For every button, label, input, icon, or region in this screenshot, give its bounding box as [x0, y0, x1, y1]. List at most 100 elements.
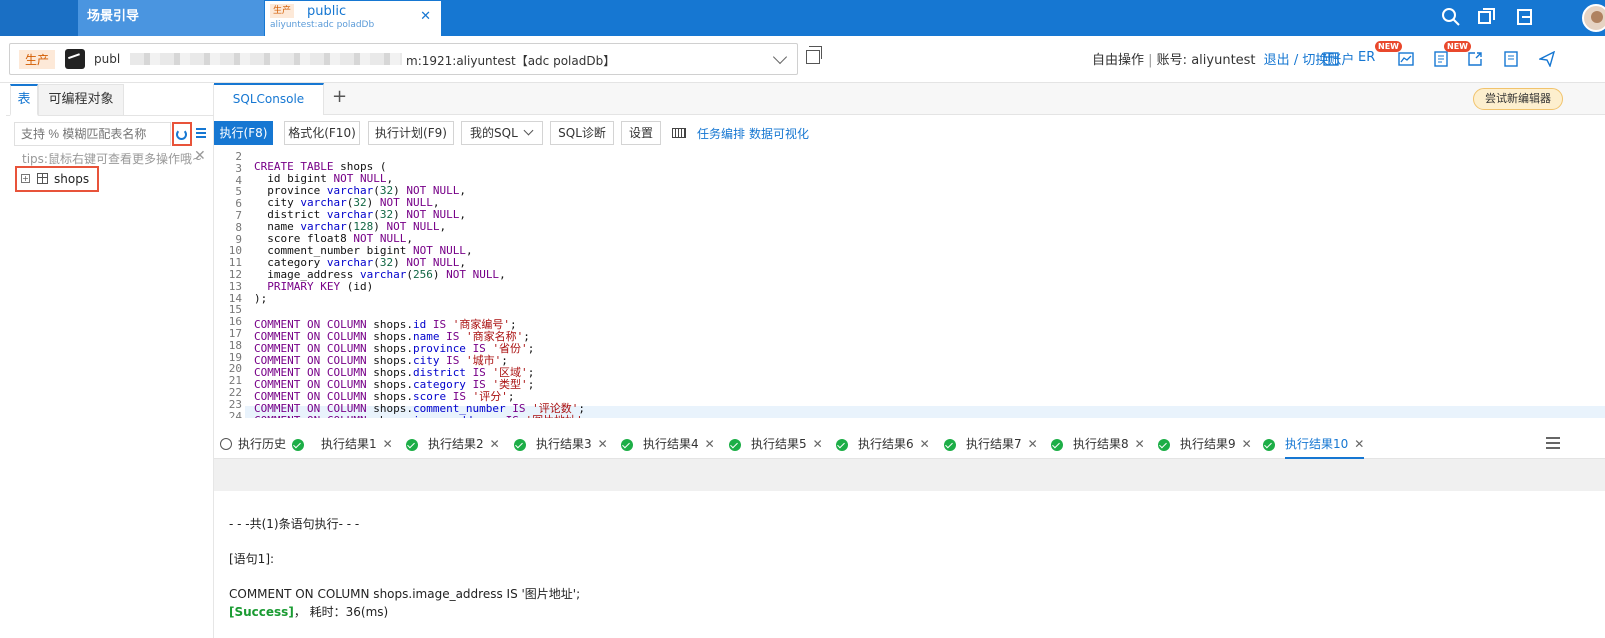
send-icon[interactable] [1539, 51, 1555, 67]
line-number: 24 [228, 409, 242, 418]
summary-line: - - -共(1)条语句执行- - - [229, 517, 360, 531]
top-bar: 场景引导 生产 public aliyuntest:adc poladDb ✕ [0, 0, 1605, 36]
avatar[interactable] [1582, 4, 1605, 32]
account-name: aliyuntest [1191, 53, 1256, 68]
left-tabs: 表 可编程对象 [6, 84, 214, 116]
account-info: 自由操作 | 账号: aliyuntest 退出 / 切换账户 [1092, 53, 1355, 68]
chart-icon[interactable] [1398, 51, 1414, 67]
success-label: [Success] [229, 605, 294, 619]
code-line: PRIMARY KEY (id) [267, 280, 374, 293]
sql-editor[interactable]: 2 3 4 5 6 7 8 9 10 11 12 13 14 15 16 17 18 19 20 21 22 23 24 C… [214, 150, 1605, 418]
refresh-icon[interactable] [172, 122, 192, 146]
tab-label: 执行结果5 [751, 437, 807, 451]
tab-subtitle: aliyuntest:adc poladDb [270, 20, 375, 30]
result-output: - - -共(1)条语句执行- - - [语句1]: COMMENT ON CO… [229, 495, 1599, 635]
close-icon[interactable]: ✕ [1242, 437, 1252, 451]
success-icon [1263, 439, 1275, 451]
tab-history[interactable]: 执行历史 [238, 435, 286, 459]
sql-diagnosis-button[interactable]: SQL诊断 [550, 121, 614, 145]
close-icon[interactable]: ✕ [813, 437, 823, 451]
data-visualization-link[interactable]: 数据可视化 [749, 125, 809, 142]
table-search-input[interactable] [14, 122, 171, 146]
logout-link[interactable]: 退出 [1264, 53, 1290, 68]
er-diagram-button[interactable]: ER [1358, 50, 1375, 66]
tab-result-4[interactable]: 执行结果4 ✕ [643, 435, 715, 459]
tab-title: public [307, 4, 347, 19]
success-icon [729, 439, 741, 451]
expand-icon[interactable]: + [21, 174, 30, 183]
tab-result-10[interactable]: 执行结果10 ✕ [1285, 435, 1365, 459]
close-icon[interactable]: ✕ [194, 148, 206, 164]
try-new-editor-button[interactable]: 尝试新编辑器 [1473, 88, 1563, 110]
tab-result-7[interactable]: 执行结果7 ✕ [966, 435, 1038, 459]
close-icon[interactable]: ✕ [1028, 437, 1038, 451]
tab-result-3[interactable]: 执行结果3 ✕ [536, 435, 608, 459]
close-icon[interactable]: ✕ [920, 437, 930, 451]
table-tree-item[interactable]: + shops [15, 166, 99, 192]
tab-result-9[interactable]: 执行结果9 ✕ [1180, 435, 1252, 459]
window-icon[interactable] [1476, 6, 1498, 28]
close-icon[interactable]: ✕ [705, 437, 715, 451]
exit-icon[interactable] [1514, 6, 1536, 28]
close-icon[interactable]: ✕ [383, 437, 393, 451]
success-icon [944, 439, 956, 451]
table-icon [37, 173, 48, 184]
tab-scene-guide[interactable]: 场景引导 [78, 0, 264, 36]
tab-label: 执行结果8 [1073, 437, 1129, 451]
explain-button[interactable]: 执行计划(F9) [368, 121, 454, 145]
account-label: 账号: [1156, 53, 1188, 68]
chevron-down-icon [523, 125, 534, 136]
tab-label: 执行结果1 [321, 437, 377, 451]
my-sql-label: 我的SQL [470, 126, 518, 140]
close-icon[interactable]: ✕ [598, 437, 608, 451]
object-panel: 表 可编程对象 tips:鼠标右键可查看更多操作哦~ ✕ + shops [0, 84, 214, 638]
document-icon[interactable] [1433, 51, 1449, 67]
result-tabs: 执行历史 执行结果1 ✕ 执行结果2 ✕ 执行结果3 ✕ 执行结果4 ✕ 执行结果5 ✕ 执行结果6… [214, 431, 1605, 459]
tab-sqlconsole[interactable]: SQLConsole [214, 83, 324, 115]
menu-icon[interactable] [1546, 437, 1560, 449]
format-button[interactable]: 格式化(F10) [284, 121, 360, 145]
success-icon [292, 439, 304, 451]
close-icon[interactable]: ✕ [1354, 437, 1364, 451]
success-icon [406, 439, 418, 451]
add-tab-icon[interactable]: + [332, 86, 347, 107]
tab-programmable-objects[interactable]: 可编程对象 [38, 84, 124, 116]
tab-result-6[interactable]: 执行结果6 ✕ [858, 435, 930, 459]
success-icon [514, 439, 526, 451]
my-sql-dropdown[interactable]: 我的SQL [461, 121, 543, 145]
close-icon[interactable]: ✕ [420, 9, 431, 24]
tab-result-1[interactable]: 执行结果1 ✕ [321, 435, 393, 459]
tab-label: 执行结果2 [428, 437, 484, 451]
elapsed-time: ， 耗时：36(ms) [293, 605, 389, 619]
tab-result-5[interactable]: 执行结果5 ✕ [751, 435, 823, 459]
tab-tables[interactable]: 表 [10, 84, 38, 116]
list-icon[interactable] [196, 128, 206, 138]
tab-label: 执行结果6 [858, 437, 914, 451]
connection-select[interactable]: 生产 publ m:1921:aliyuntest【adc poladDb】 [9, 43, 798, 75]
settings-button[interactable]: 设置 [621, 121, 661, 145]
history-icon [220, 438, 232, 450]
tab-result-2[interactable]: 执行结果2 ✕ [428, 435, 500, 459]
task-schedule-link[interactable]: 任务编排 [697, 125, 745, 142]
connection-suffix: m:1921:aliyuntest【adc poladDb】 [406, 54, 616, 68]
status-line: [Success]， 耗时：36(ms) [229, 603, 388, 620]
code-line: ); [254, 292, 268, 305]
book-icon[interactable] [1503, 51, 1519, 67]
code-line: COMMENT ON COLUMN shops.image_address IS… [254, 412, 589, 418]
keyboard-icon[interactable] [672, 128, 686, 138]
env-badge: 生产 [270, 4, 295, 18]
close-icon[interactable]: ✕ [1135, 437, 1145, 451]
tab-result-8[interactable]: 执行结果8 ✕ [1073, 435, 1145, 459]
export-icon[interactable] [1467, 51, 1483, 67]
table-icon[interactable] [1323, 51, 1339, 67]
copy-icon[interactable] [806, 46, 822, 64]
sql-toolbar: 执行(F8) 格式化(F10) 执行计划(F9) 我的SQL SQL诊断 设置 … [214, 117, 1605, 149]
search-icon[interactable] [1440, 6, 1462, 28]
run-button[interactable]: 执行(F8) [214, 121, 273, 145]
statement-label: [语句1]: [229, 552, 275, 566]
tab-public[interactable]: 生产 public aliyuntest:adc poladDb ✕ [265, 1, 441, 36]
connection-prefix: publ [94, 52, 121, 66]
chevron-down-icon[interactable] [772, 49, 788, 65]
tab-label: 执行结果9 [1180, 437, 1236, 451]
close-icon[interactable]: ✕ [490, 437, 500, 451]
